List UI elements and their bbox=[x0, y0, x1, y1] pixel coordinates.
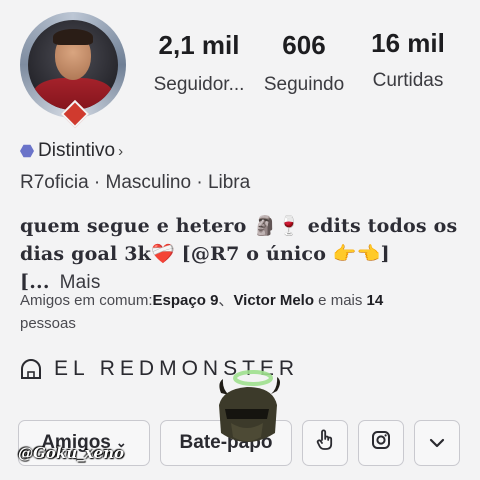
following-stat[interactable]: 606 Seguindo bbox=[258, 30, 350, 98]
profile-meta: R7oficia · Masculino · Libra bbox=[20, 172, 251, 193]
hexagon-icon bbox=[20, 144, 34, 158]
avatar[interactable] bbox=[20, 12, 126, 129]
following-label: Seguindo bbox=[263, 74, 345, 95]
friends-suffix: pessoas bbox=[20, 315, 76, 332]
badge-label: Distintivo bbox=[38, 140, 116, 161]
followers-label: Seguidor... bbox=[153, 74, 245, 95]
arch-icon bbox=[20, 359, 42, 379]
instagram-icon bbox=[371, 430, 391, 456]
mutual-friends[interactable]: Amigos em comum:Espaço 9、Victor Melo e m… bbox=[20, 289, 450, 335]
chevron-right-icon: › bbox=[118, 142, 124, 160]
watermark: @Goku_xeno bbox=[18, 444, 125, 462]
friends-separator: 、 bbox=[218, 292, 234, 309]
hand-pointer-button[interactable] bbox=[302, 420, 348, 466]
likes-count: 16 mil bbox=[371, 28, 445, 58]
avatar-hair bbox=[53, 29, 93, 45]
badge-link[interactable]: Distintivo › bbox=[20, 140, 123, 162]
likes-stat[interactable]: 16 mil Curtidas bbox=[360, 28, 456, 94]
more-options-button[interactable] bbox=[414, 420, 460, 466]
chevron-down-icon bbox=[429, 432, 445, 454]
friends-count: 14 bbox=[366, 292, 384, 309]
following-count: 606 bbox=[282, 30, 326, 60]
friends-mid: e mais bbox=[314, 292, 367, 309]
instagram-button[interactable] bbox=[358, 420, 404, 466]
friends-prefix: Amigos em comum: bbox=[20, 292, 153, 309]
bio: quem segue e hetero 🗿🍷 edits todos os di… bbox=[20, 212, 466, 297]
likes-label: Curtidas bbox=[372, 70, 444, 91]
friend-name-2: Victor Melo bbox=[233, 292, 315, 309]
hand-pointer-icon bbox=[315, 429, 335, 457]
followers-count: 2,1 mil bbox=[158, 30, 240, 60]
avatar-image bbox=[28, 20, 118, 110]
bio-line-1: quem segue e hetero 🗿🍷 edits todos os bbox=[20, 215, 458, 237]
helmet-sticker-icon bbox=[207, 363, 287, 453]
friend-name-1: Espaço 9 bbox=[152, 292, 219, 309]
followers-stat[interactable]: 2,1 mil Seguidor... bbox=[140, 30, 258, 98]
